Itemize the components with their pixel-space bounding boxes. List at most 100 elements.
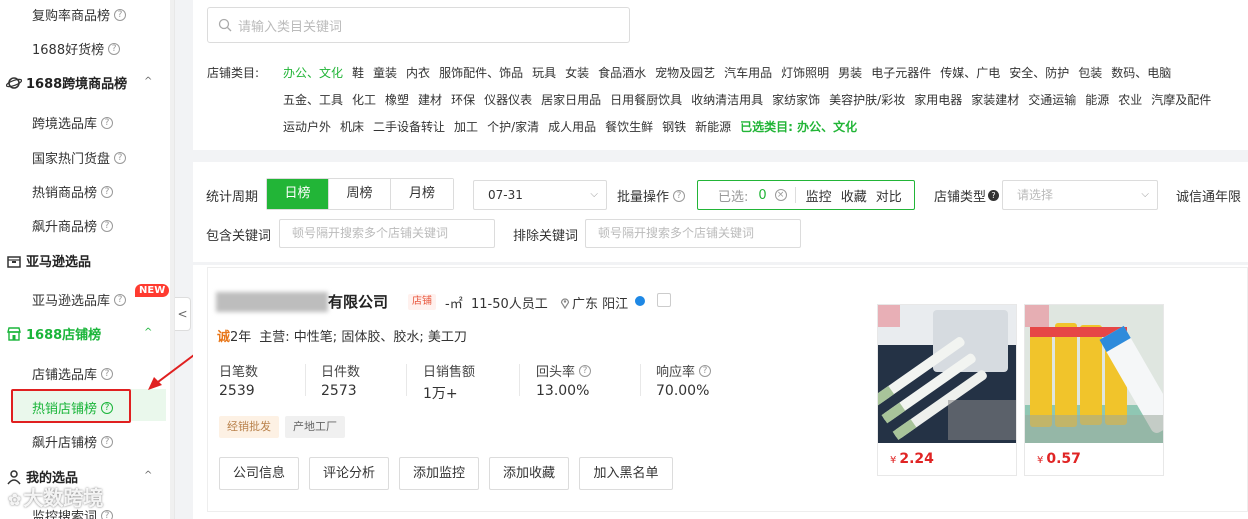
chevron-up-icon[interactable]: ^ bbox=[144, 470, 152, 481]
clear-icon[interactable]: × bbox=[774, 189, 787, 201]
blurred-shop-name bbox=[216, 292, 328, 312]
sidebar-item-national-hot[interactable]: 国家热门货盘 ? bbox=[32, 148, 127, 167]
category-item[interactable]: 建材 bbox=[418, 93, 442, 107]
help-icon: ? bbox=[114, 8, 127, 21]
category-item[interactable]: 机床 bbox=[340, 120, 364, 134]
batch-label-wrap: 批量操作 ? bbox=[617, 186, 686, 205]
category-item[interactable]: 化工 bbox=[352, 93, 376, 107]
help-icon: ? bbox=[101, 435, 114, 448]
category-item[interactable]: 传媒、广电 bbox=[940, 66, 1000, 80]
category-item[interactable]: 汽车用品 bbox=[724, 66, 772, 80]
category-item[interactable]: 女装 bbox=[565, 66, 589, 80]
sidebar-item-hot-products[interactable]: 热销商品榜 ? bbox=[32, 182, 114, 201]
shop-name[interactable]: 有限公司 bbox=[328, 291, 388, 312]
chevron-up-icon[interactable]: ^ bbox=[144, 327, 152, 338]
category-item[interactable]: 男装 bbox=[838, 66, 862, 80]
category-item[interactable]: 玩具 bbox=[532, 66, 556, 80]
sidebar-item-rising-shops[interactable]: 飙升店铺榜 ? bbox=[32, 432, 114, 451]
shop-type-label-wrap: 店铺类型 ? bbox=[934, 186, 1000, 205]
category-item[interactable]: 新能源 bbox=[695, 120, 731, 134]
category-item[interactable]: 电子元器件 bbox=[871, 66, 931, 80]
help-icon: ? bbox=[101, 219, 114, 232]
category-item[interactable]: 家纺家饰 bbox=[772, 93, 820, 107]
period-toggle: 日榜 周榜 月榜 bbox=[266, 178, 454, 210]
stat-label: 响应率 bbox=[656, 365, 696, 380]
monitor-button[interactable]: 监控 bbox=[806, 186, 832, 205]
sidebar-item-rising-products[interactable]: 飙升商品榜 ? bbox=[32, 216, 114, 235]
category-item[interactable]: 成人用品 bbox=[548, 120, 596, 134]
period-monthly-button[interactable]: 月榜 bbox=[391, 179, 453, 209]
select-checkbox[interactable] bbox=[657, 293, 671, 307]
planet-icon bbox=[6, 76, 22, 89]
review-analysis-button[interactable]: 评论分析 bbox=[309, 457, 389, 490]
period-weekly-button[interactable]: 周榜 bbox=[329, 179, 391, 209]
category-item[interactable]: 二手设备转让 bbox=[373, 120, 445, 134]
category-item[interactable]: 收纳清洁用具 bbox=[691, 93, 763, 107]
shop-type-select[interactable]: 请选择 ⌵ bbox=[1002, 180, 1158, 210]
compare-button[interactable]: 对比 bbox=[876, 186, 902, 205]
category-item[interactable]: 家装建材 bbox=[971, 93, 1019, 107]
category-item[interactable]: 宠物及园艺 bbox=[655, 66, 715, 80]
shop-card: 有限公司 店铺 -㎡ 11-50人员工 广东 阳江 诚 2年 主营: 中性笔; … bbox=[207, 267, 1248, 512]
sidebar-group-cross-border[interactable]: 1688跨境商品榜 bbox=[6, 73, 127, 92]
favorite-button[interactable]: 收藏 bbox=[841, 186, 867, 205]
category-item[interactable]: 运动户外 bbox=[283, 120, 331, 134]
category-item[interactable]: 餐饮生鲜 bbox=[605, 120, 653, 134]
category-item[interactable]: 个护/家清 bbox=[487, 120, 539, 134]
add-favorite-button[interactable]: 添加收藏 bbox=[489, 457, 569, 490]
date-select[interactable]: 07-31 ⌵ bbox=[473, 180, 607, 210]
category-item[interactable]: 环保 bbox=[451, 93, 475, 107]
category-item[interactable]: 五金、工具 bbox=[283, 93, 343, 107]
category-item[interactable]: 灯饰照明 bbox=[781, 66, 829, 80]
category-item[interactable]: 美容护肤/彩妆 bbox=[829, 93, 905, 107]
product-card[interactable]: ¥2.24 bbox=[877, 304, 1017, 476]
sidebar-item-good-goods[interactable]: 1688好货榜 ? bbox=[32, 39, 121, 58]
category-item[interactable]: 汽摩及配件 bbox=[1151, 93, 1211, 107]
shop-area: -㎡ bbox=[445, 297, 463, 312]
company-info-button[interactable]: 公司信息 bbox=[219, 457, 299, 490]
sidebar-group-amazon[interactable]: 亚马逊选品 bbox=[6, 251, 91, 270]
category-item[interactable]: 日用餐厨饮具 bbox=[610, 93, 682, 107]
shop-icon bbox=[7, 326, 21, 341]
category-item[interactable]: 仪器仪表 bbox=[484, 93, 532, 107]
exclude-keywords-input[interactable]: 顿号隔开搜索多个店铺关键词 bbox=[585, 219, 801, 248]
help-icon: ? bbox=[101, 367, 114, 380]
category-item[interactable]: 橡塑 bbox=[385, 93, 409, 107]
period-daily-button[interactable]: 日榜 bbox=[267, 179, 329, 209]
sidebar-item-amazon-lib[interactable]: 亚马逊选品库 ? bbox=[32, 290, 127, 309]
add-blacklist-button[interactable]: 加入黑名单 bbox=[579, 457, 673, 490]
sidebar-group-shop[interactable]: 1688店铺榜 bbox=[6, 324, 101, 343]
selected-category-label: 已选类目: 办公、文化 bbox=[740, 120, 858, 134]
stat-response-rate: 响应率? 70.00% bbox=[656, 361, 712, 399]
category-item[interactable]: 童装 bbox=[373, 66, 397, 80]
category-item[interactable]: 鞋 bbox=[352, 66, 364, 80]
chevron-up-icon[interactable]: ^ bbox=[144, 76, 152, 87]
sidebar-item-shop-lib[interactable]: 店铺选品库 ? bbox=[32, 364, 114, 383]
sidebar-collapse-button[interactable]: < bbox=[175, 297, 191, 331]
category-item[interactable]: 家用电器 bbox=[914, 93, 962, 107]
category-item[interactable]: 能源 bbox=[1085, 93, 1109, 107]
search-input[interactable]: 请输入类目关键词 bbox=[207, 7, 630, 43]
product-glue-sticks-image bbox=[1025, 305, 1163, 443]
category-item[interactable]: 内衣 bbox=[406, 66, 430, 80]
category-item[interactable]: 办公、文化 bbox=[283, 66, 343, 80]
shop-location: 广东 阳江 bbox=[572, 297, 629, 312]
sidebar-item-repurchase[interactable]: 复购率商品榜 ? bbox=[32, 5, 127, 24]
category-item[interactable]: 服饰配件、饰品 bbox=[439, 66, 523, 80]
category-item[interactable]: 钢铁 bbox=[662, 120, 686, 134]
category-item[interactable]: 交通运输 bbox=[1028, 93, 1076, 107]
include-keywords-input[interactable]: 顿号隔开搜索多个店铺关键词 bbox=[279, 219, 495, 248]
category-item[interactable]: 加工 bbox=[454, 120, 478, 134]
product-card[interactable]: ¥0.57 bbox=[1024, 304, 1164, 476]
category-item[interactable]: 农业 bbox=[1118, 93, 1142, 107]
category-item[interactable]: 居家日用品 bbox=[541, 93, 601, 107]
category-item[interactable]: 食品酒水 bbox=[598, 66, 646, 80]
category-item[interactable]: 包装 bbox=[1078, 66, 1102, 80]
exclude-label: 排除关键词 bbox=[513, 229, 579, 244]
stat-value: 1万+ bbox=[423, 386, 458, 402]
category-item[interactable]: 数码、电脑 bbox=[1111, 66, 1171, 80]
sidebar-item-cross-border-lib[interactable]: 跨境选品库 ? bbox=[32, 113, 114, 132]
sidebar-scrollbar[interactable] bbox=[170, 0, 174, 519]
add-monitor-button[interactable]: 添加监控 bbox=[399, 457, 479, 490]
category-item[interactable]: 安全、防护 bbox=[1009, 66, 1069, 80]
